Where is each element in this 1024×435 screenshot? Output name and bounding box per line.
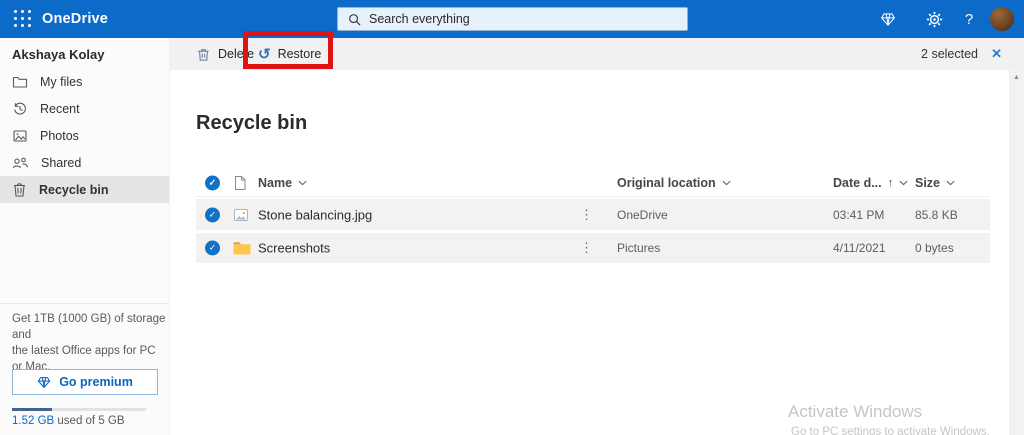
folder-icon — [12, 74, 28, 90]
file-name[interactable]: Screenshots — [258, 241, 330, 256]
folder-icon — [233, 241, 251, 255]
file-size: 0 bytes — [915, 241, 954, 255]
image-file-icon — [233, 207, 249, 223]
column-header-date[interactable]: Date d... ↑ — [833, 176, 908, 190]
top-app-bar: OneDrive ? — [0, 0, 1024, 38]
history-icon — [12, 101, 28, 117]
column-header-size[interactable]: Size — [915, 176, 955, 190]
user-avatar[interactable] — [990, 7, 1014, 31]
recycle-bin-icon — [12, 182, 27, 198]
app-title: OneDrive — [42, 11, 109, 27]
restore-icon: ↺ — [258, 45, 271, 63]
sidebar-item-photos[interactable]: Photos — [0, 122, 169, 149]
more-options-icon[interactable]: ⋮ — [580, 240, 593, 256]
original-location: Pictures — [617, 241, 661, 255]
more-options-icon[interactable]: ⋮ — [580, 207, 593, 223]
file-type-column-icon[interactable] — [233, 175, 247, 191]
chevron-down-icon — [298, 180, 307, 186]
restore-label: Restore — [277, 47, 322, 61]
storage-used-link[interactable]: 1.52 GB — [12, 415, 54, 427]
column-header-location[interactable]: Original location — [617, 176, 731, 190]
activate-windows-watermark: Activate Windows Go to PC settings to ac… — [788, 402, 990, 435]
go-premium-label: Go premium — [59, 375, 133, 389]
storage-progress-bar — [12, 408, 146, 411]
main-content: Recycle bin ✓ Name Original location Dat… — [170, 70, 1009, 435]
chevron-down-icon — [946, 180, 955, 186]
sidebar-item-my-files[interactable]: My files — [0, 68, 169, 95]
page-title: Recycle bin — [196, 112, 308, 134]
table-header-row: ✓ Name Original location Date d... ↑ Siz… — [196, 170, 990, 197]
photos-icon — [12, 128, 28, 144]
table-row[interactable]: ✓ Screenshots ⋮ Pictures 4/11/2021 0 byt… — [196, 233, 990, 263]
sidebar-item-shared[interactable]: Shared — [0, 149, 169, 176]
user-name: Akshaya Kolay — [12, 47, 105, 62]
sort-ascending-icon: ↑ — [887, 177, 894, 189]
sidebar-divider — [0, 303, 169, 304]
storage-fill — [12, 408, 53, 411]
delete-label: Delete — [218, 47, 255, 61]
nav-list: My files Recent Photos Shared Recycle bi… — [0, 68, 169, 203]
table-row[interactable]: ✓ Stone balancing.jpg ⋮ OneDrive 03:41 P… — [196, 199, 990, 230]
clear-selection-icon[interactable]: ✕ — [991, 38, 1002, 70]
app-launcher-icon[interactable] — [14, 10, 32, 28]
selection-count: 2 selected — [921, 47, 978, 61]
search-icon — [348, 13, 361, 26]
sidebar-item-recent[interactable]: Recent — [0, 95, 169, 122]
chevron-down-icon — [899, 180, 908, 186]
storage-text: 1.52 GB used of 5 GB — [12, 415, 125, 427]
promo-line-1: Get 1TB (1000 GB) of storage and — [12, 313, 166, 341]
go-premium-button[interactable]: Go premium — [12, 369, 158, 395]
command-bar: Delete ↺ Restore 2 selected ✕ — [170, 38, 1024, 70]
file-name[interactable]: Stone balancing.jpg — [258, 207, 372, 222]
column-header-name[interactable]: Name — [258, 176, 307, 190]
help-icon[interactable]: ? — [954, 0, 984, 38]
settings-gear-icon[interactable] — [919, 0, 949, 38]
left-navigation: Akshaya Kolay My files Recent Photos Sha… — [0, 38, 170, 435]
select-all-checkbox[interactable]: ✓ — [205, 175, 220, 191]
watermark-line-2: Go to PC settings to activate Windows. — [791, 426, 990, 435]
vertical-scrollbar[interactable]: ▲ — [1009, 70, 1024, 435]
search-input[interactable] — [369, 12, 649, 26]
date-deleted: 03:41 PM — [833, 207, 885, 222]
chevron-down-icon — [722, 180, 731, 186]
sidebar-item-recycle-bin[interactable]: Recycle bin — [0, 176, 169, 203]
original-location: OneDrive — [617, 207, 668, 222]
storage-suffix: used of 5 GB — [54, 415, 125, 427]
delete-button[interactable]: Delete — [196, 38, 254, 70]
people-icon — [12, 155, 29, 171]
trash-icon — [196, 47, 211, 62]
restore-button[interactable]: ↺ Restore — [258, 38, 321, 70]
file-size: 85.8 KB — [915, 207, 958, 222]
diamond-icon — [37, 376, 51, 389]
date-deleted: 4/11/2021 — [833, 241, 886, 255]
row-checkbox-selected[interactable]: ✓ — [205, 240, 220, 256]
row-checkbox-selected[interactable]: ✓ — [205, 207, 220, 222]
watermark-line-1: Activate Windows — [788, 402, 923, 421]
premium-diamond-icon[interactable] — [873, 0, 903, 38]
search-box[interactable] — [337, 7, 688, 31]
scroll-up-icon[interactable]: ▲ — [1009, 74, 1024, 81]
